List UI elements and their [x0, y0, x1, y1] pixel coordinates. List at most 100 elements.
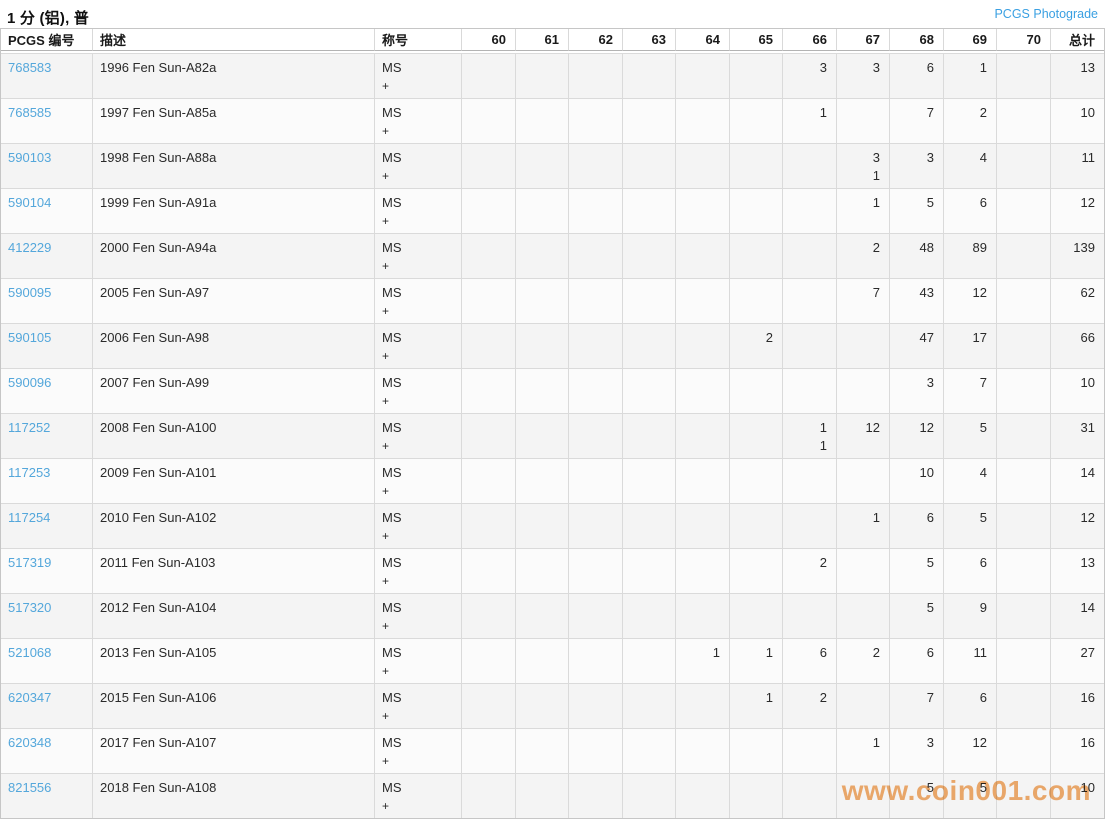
grade-cell-68: 6 — [889, 503, 943, 548]
grade-cell-66: 11 — [782, 413, 836, 458]
grade-cell-68: 43 — [889, 278, 943, 323]
pcgs-number-link[interactable]: 590095 — [8, 285, 51, 300]
grade-count: 5 — [897, 600, 934, 616]
designation-cell: MS+ — [374, 233, 461, 278]
pcgs-number-link[interactable]: 117252 — [8, 420, 50, 435]
pcgs-number-cell: 620347 — [1, 683, 92, 728]
pcgs-number-cell: 117254 — [1, 503, 92, 548]
grade-cell-67: 1 — [836, 188, 889, 233]
grade-cell-69: 12 — [943, 728, 996, 773]
grade-cell-67: 1 — [836, 728, 889, 773]
grade-cell-68: 7 — [889, 98, 943, 143]
grade-count: 5 — [897, 780, 934, 796]
description-cell: 2006 Fen Sun-A98 — [92, 323, 374, 368]
grade-cell-64 — [675, 368, 729, 413]
grade-cell-64 — [675, 773, 729, 818]
grade-cell-60 — [461, 53, 515, 98]
grade-cell-60 — [461, 548, 515, 593]
grade-cell-62 — [568, 143, 622, 188]
pcgs-number-link[interactable]: 412229 — [8, 240, 51, 255]
total-cell: 16 — [1050, 728, 1104, 773]
grade-cell-61 — [515, 638, 568, 683]
grade-cell-70 — [996, 503, 1050, 548]
pcgs-number-link[interactable]: 768585 — [8, 105, 51, 120]
grade-cell-61 — [515, 458, 568, 503]
grade-cell-62 — [568, 278, 622, 323]
grade-cell-66 — [782, 278, 836, 323]
pcgs-number-cell: 517320 — [1, 593, 92, 638]
grade-cell-65 — [729, 728, 782, 773]
grade-cell-68: 7 — [889, 683, 943, 728]
pcgs-number-link[interactable]: 821556 — [8, 780, 51, 795]
designation-cell: MS+ — [374, 323, 461, 368]
grade-count: 6 — [951, 555, 987, 571]
designation-cell: MS+ — [374, 53, 461, 98]
grade-cell-70 — [996, 368, 1050, 413]
pcgs-number-link[interactable]: 768583 — [8, 60, 51, 75]
grade-cell-66 — [782, 503, 836, 548]
description-cell: 1997 Fen Sun-A85a — [92, 98, 374, 143]
grade-cell-69: 4 — [943, 143, 996, 188]
total-cell: 12 — [1050, 503, 1104, 548]
designation-plus-label: + — [382, 574, 452, 589]
table-row: 1172522008 Fen Sun-A100MS+111212531 — [1, 413, 1104, 458]
grade-cell-69: 5 — [943, 773, 996, 818]
header-cell-69: 69 — [943, 29, 996, 51]
pcgs-number-link[interactable]: 620347 — [8, 690, 51, 705]
grade-count: 47 — [897, 330, 934, 346]
designation-cell: MS+ — [374, 593, 461, 638]
header-cell-67: 67 — [836, 29, 889, 51]
grade-cell-62 — [568, 593, 622, 638]
pcgs-number-link[interactable]: 590105 — [8, 330, 51, 345]
grade-count: 3 — [897, 150, 934, 166]
grade-cell-69: 89 — [943, 233, 996, 278]
pcgs-number-link[interactable]: 517320 — [8, 600, 51, 615]
grade-count: 3 — [844, 150, 880, 166]
grade-cell-63 — [622, 53, 675, 98]
grade-count: 1 — [790, 105, 827, 121]
grade-cell-63 — [622, 323, 675, 368]
grade-cell-68: 5 — [889, 593, 943, 638]
description-cell: 2015 Fen Sun-A106 — [92, 683, 374, 728]
grade-cell-60 — [461, 323, 515, 368]
pcgs-number-link[interactable]: 590103 — [8, 150, 51, 165]
grade-cell-61 — [515, 368, 568, 413]
header-cell-pcgs-number: PCGS 编号 — [1, 29, 92, 51]
pcgs-number-link[interactable]: 590096 — [8, 375, 51, 390]
grade-cell-65 — [729, 593, 782, 638]
pcgs-number-link[interactable]: 590104 — [8, 195, 51, 210]
grade-cell-69: 11 — [943, 638, 996, 683]
grade-cell-62 — [568, 98, 622, 143]
designation-cell: MS+ — [374, 368, 461, 413]
grade-count: 3 — [790, 60, 827, 76]
grade-cell-70 — [996, 188, 1050, 233]
table-header: PCGS 编号描述称号6061626364656667686970总计 — [1, 29, 1104, 53]
grade-cell-62 — [568, 638, 622, 683]
designation-ms-label: MS — [382, 600, 452, 616]
pcgs-number-link[interactable]: 517319 — [8, 555, 51, 570]
grade-cell-63 — [622, 593, 675, 638]
designation-cell: MS+ — [374, 188, 461, 233]
grade-count: 12 — [951, 735, 987, 751]
pcgs-photograde-link[interactable]: PCGS Photograde — [994, 7, 1098, 21]
grade-cell-60 — [461, 773, 515, 818]
pcgs-number-link[interactable]: 117253 — [8, 465, 50, 480]
designation-plus-label: + — [382, 79, 452, 94]
grade-cell-68: 12 — [889, 413, 943, 458]
designation-ms-label: MS — [382, 645, 452, 661]
grade-cell-67: 3 — [836, 53, 889, 98]
grade-cell-62 — [568, 53, 622, 98]
pcgs-number-cell: 821556 — [1, 773, 92, 818]
grade-count: 7 — [844, 285, 880, 301]
grade-cell-60 — [461, 638, 515, 683]
pcgs-number-link[interactable]: 620348 — [8, 735, 51, 750]
grade-cell-62 — [568, 458, 622, 503]
description-cell: 2012 Fen Sun-A104 — [92, 593, 374, 638]
grade-cell-63 — [622, 278, 675, 323]
grade-cell-61 — [515, 188, 568, 233]
pcgs-number-link[interactable]: 117254 — [8, 510, 50, 525]
pcgs-number-link[interactable]: 521068 — [8, 645, 51, 660]
grade-count: 1 — [790, 420, 827, 436]
grade-cell-61 — [515, 233, 568, 278]
grade-cell-62 — [568, 323, 622, 368]
